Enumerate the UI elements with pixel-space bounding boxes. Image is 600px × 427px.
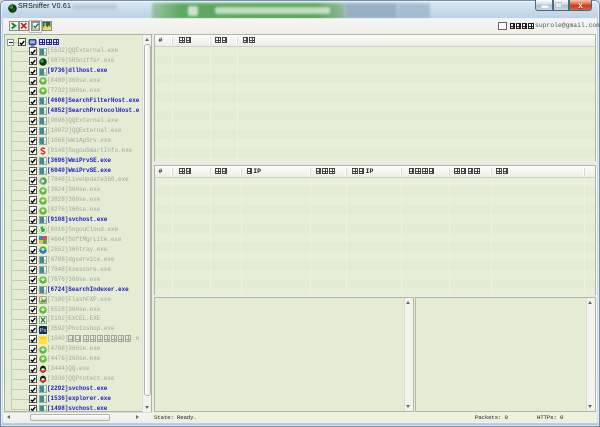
svg-text:Ps: Ps <box>40 328 47 334</box>
